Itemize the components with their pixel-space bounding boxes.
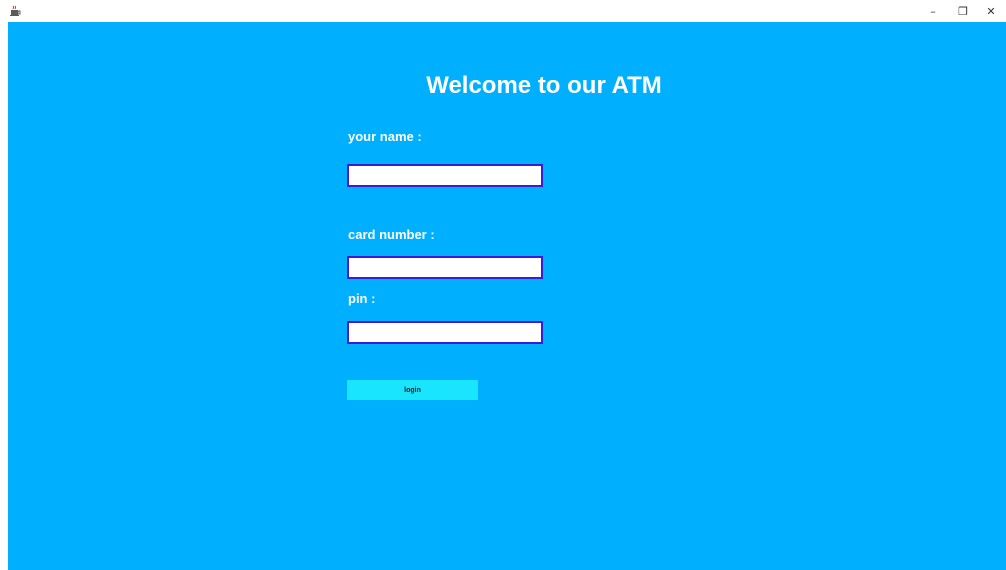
title-bar[interactable]: – ❐ ✕ xyxy=(0,0,1006,22)
name-label: your name : xyxy=(348,129,422,144)
login-button[interactable]: login xyxy=(347,380,478,400)
pin-input[interactable] xyxy=(347,321,543,344)
maximize-button[interactable]: ❐ xyxy=(948,0,978,22)
login-panel: Welcome to our ATM your name : card numb… xyxy=(8,22,1006,570)
pin-label: pin : xyxy=(348,291,376,306)
card-number-label: card number : xyxy=(348,227,435,242)
page-title: Welcome to our ATM xyxy=(426,72,662,99)
minimize-button[interactable]: – xyxy=(918,0,948,22)
close-button[interactable]: ✕ xyxy=(976,0,1006,22)
card-number-input[interactable] xyxy=(347,256,543,279)
atm-window: – ❐ ✕ Welcome to our ATM your name : car… xyxy=(0,0,1006,570)
java-cup-icon xyxy=(10,5,21,16)
name-input[interactable] xyxy=(347,164,543,187)
